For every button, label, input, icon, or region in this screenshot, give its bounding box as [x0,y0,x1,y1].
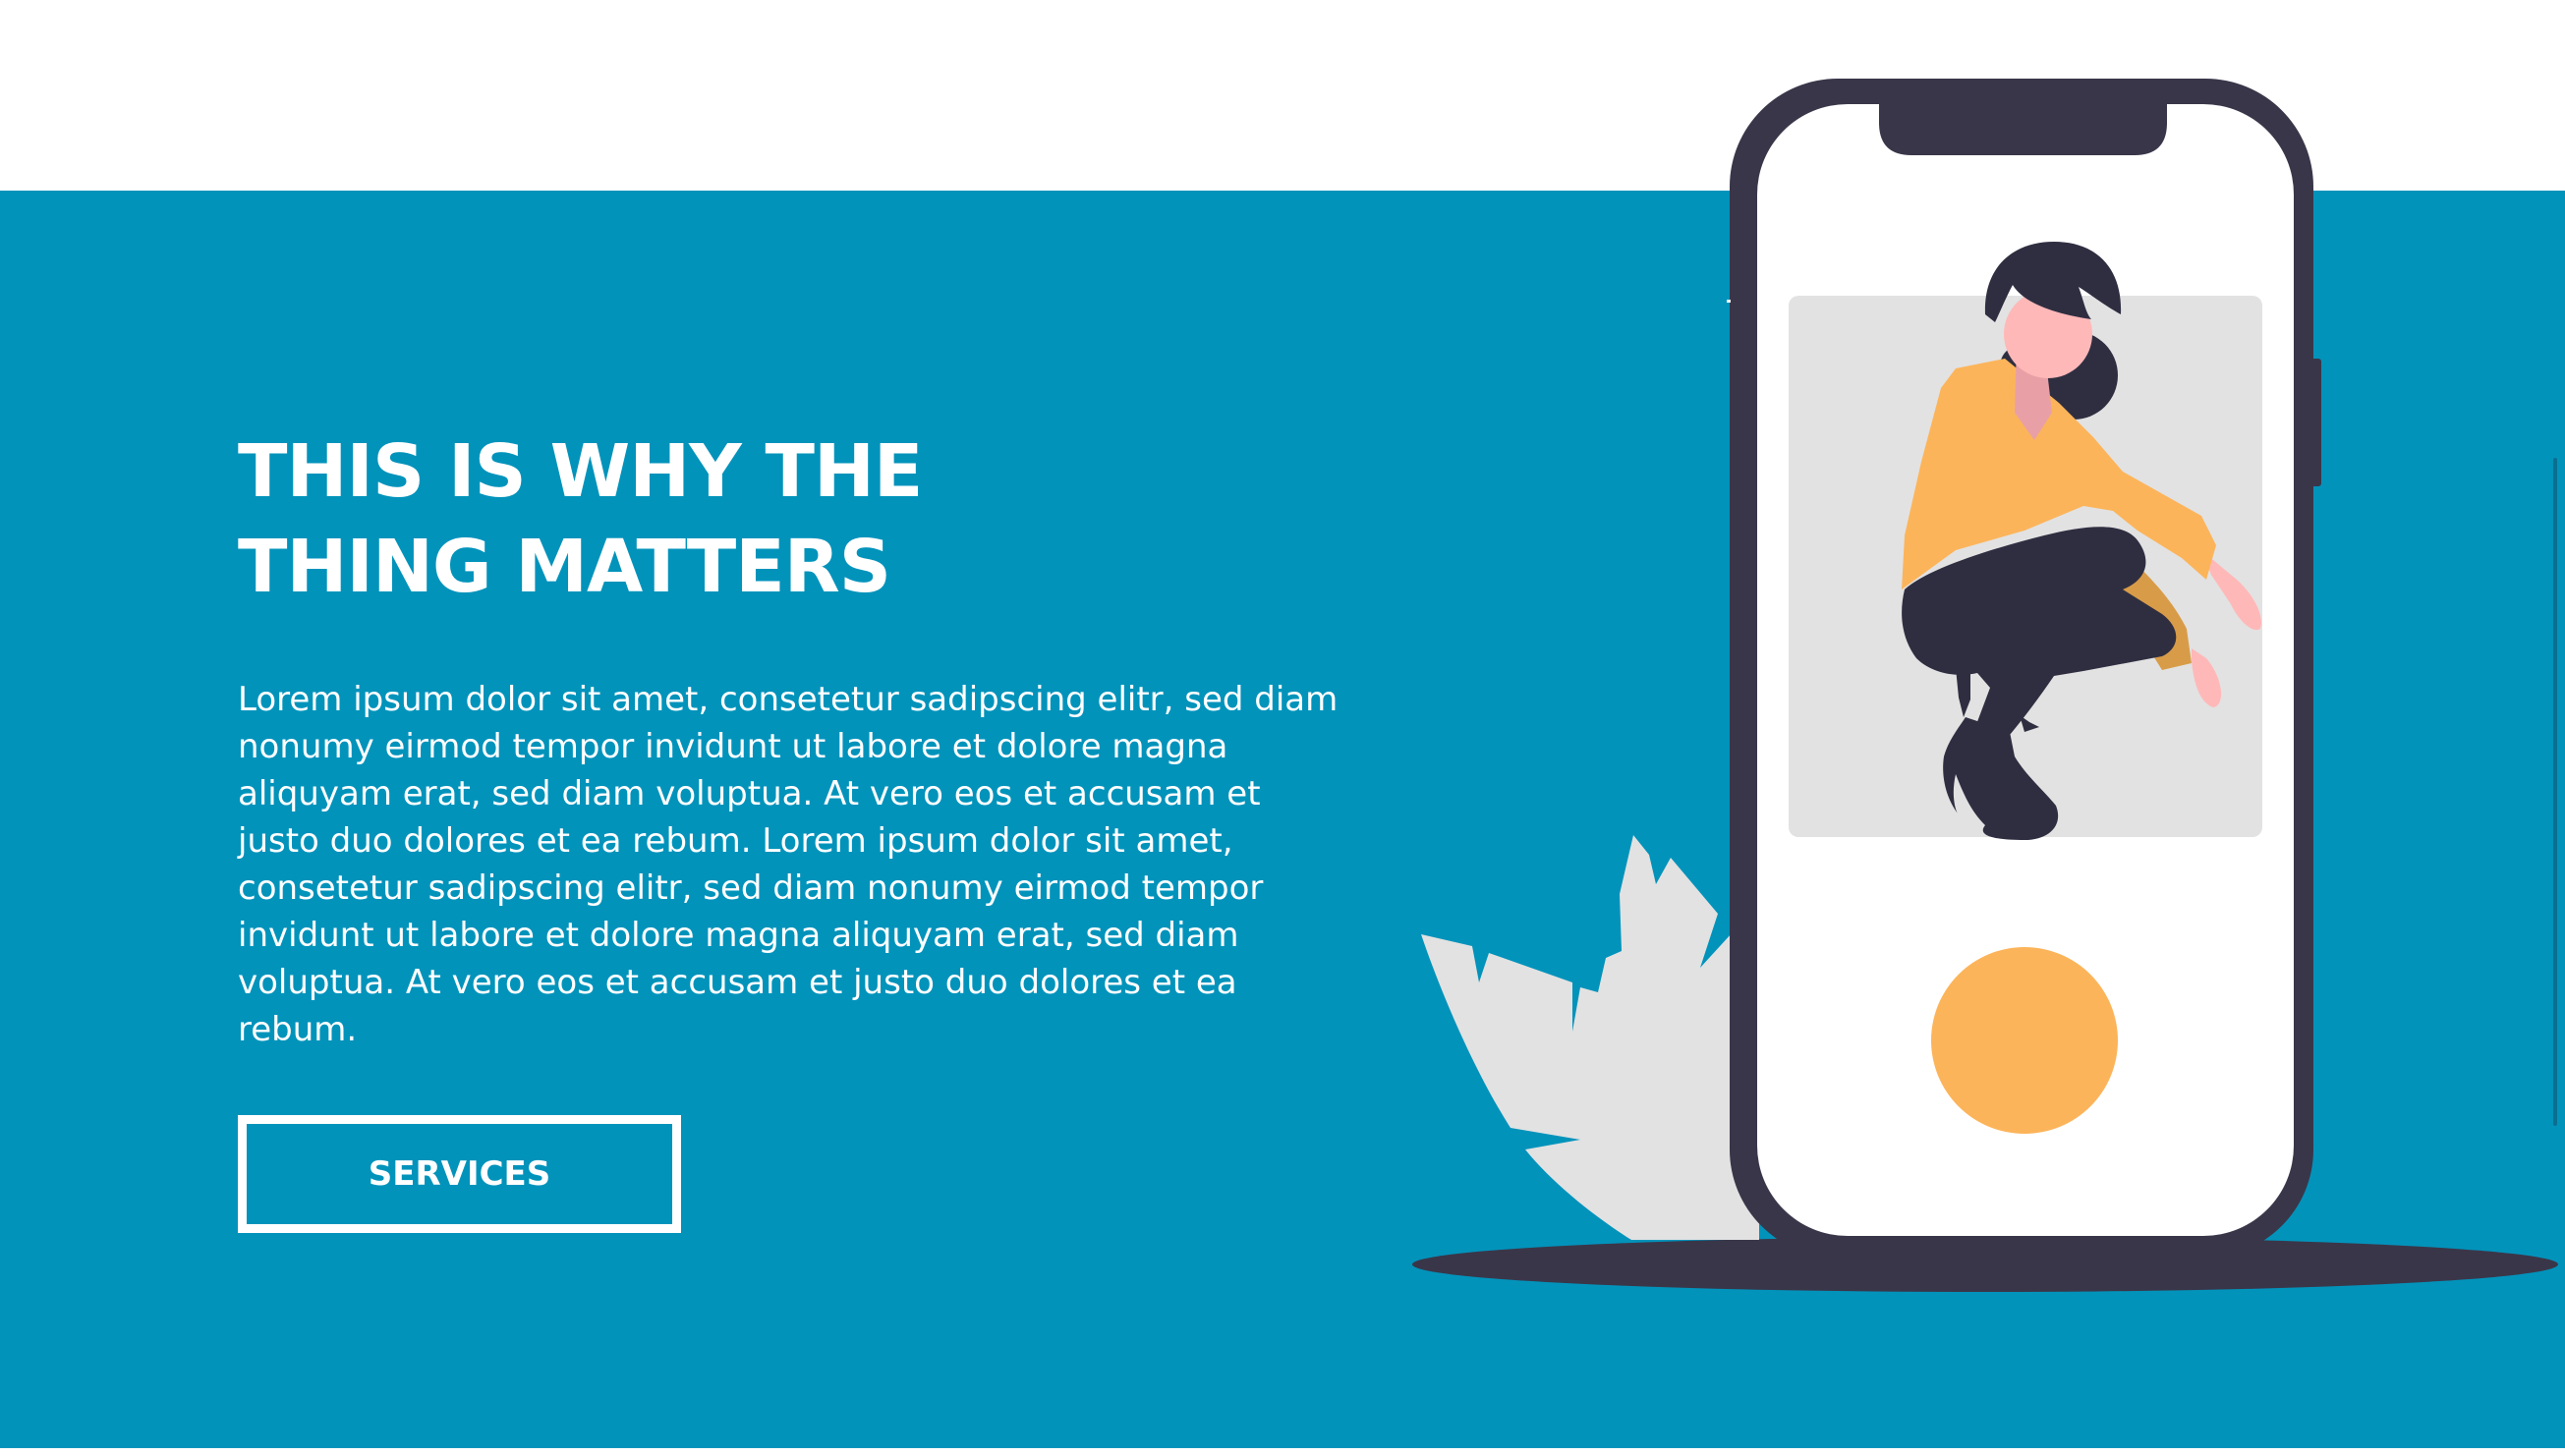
body-line: voluptua. At vero eos et accusam et just… [238,963,1237,1002]
phone-notch [1879,98,2167,155]
scrollbar[interactable] [2553,458,2557,1126]
body-line: consetetur sadipscing elitr, sed diam no… [238,868,1264,908]
headline-line-1: THIS IS WHY THE [238,429,923,514]
body-line: invidunt ut labore et dolore magna aliqu… [238,916,1239,955]
woman-on-phone-illustration [1412,79,2558,1292]
headline-line-2: THING MATTERS [238,525,891,609]
phone-edge-mark [1727,300,1731,303]
circle-icon [1931,947,2118,1134]
hero-headline: THIS IS WHY THE THING MATTERS [238,424,1319,615]
body-line: justo duo dolores et ea rebum. Lorem ips… [238,821,1233,861]
body-line: nonumy eirmod tempor invidunt ut labore … [238,727,1228,766]
leaf-icon [1421,835,1759,1240]
hero-body-text: Lorem ipsum dolor sit amet, consetetur s… [238,676,1339,1053]
body-line: rebum. [238,1010,358,1049]
body-line: aliquyam erat, sed diam voluptua. At ver… [238,774,1261,813]
bottom-divider [0,1448,2565,1456]
body-line: Lorem ipsum dolor sit amet, consetetur s… [238,680,1339,719]
page: THIS IS WHY THE THING MATTERS Lorem ipsu… [0,0,2565,1456]
services-button[interactable]: SERVICES [238,1115,681,1233]
